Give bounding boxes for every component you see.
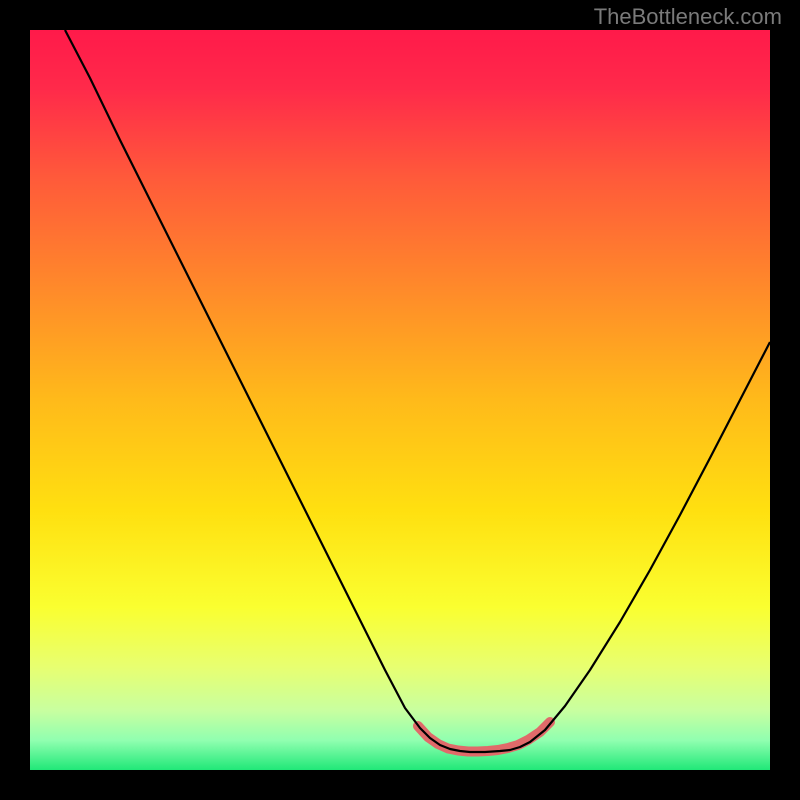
chart-svg <box>30 30 770 770</box>
gradient-background <box>30 30 770 770</box>
chart-frame <box>30 30 770 770</box>
attribution-text: TheBottleneck.com <box>594 4 782 30</box>
